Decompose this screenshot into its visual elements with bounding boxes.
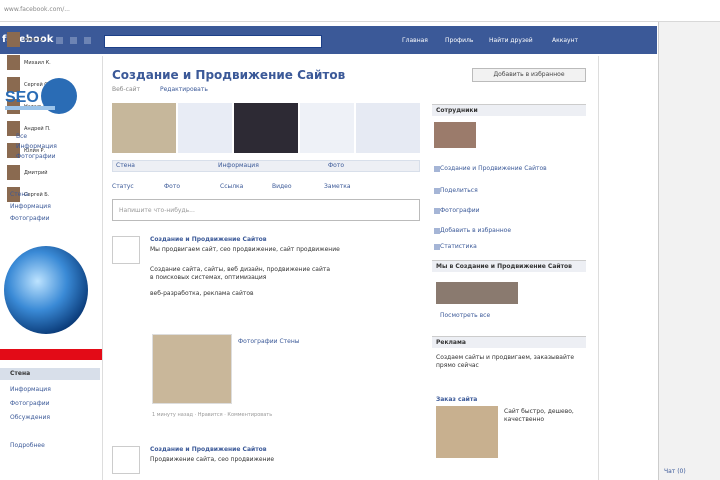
right-link[interactable]: Статистика [440, 243, 477, 250]
edit-link[interactable]: Редактировать [160, 86, 208, 93]
left-link-1[interactable]: Стена [10, 191, 29, 198]
nav-more[interactable]: Подробнее [10, 442, 45, 449]
post-photo[interactable] [152, 334, 232, 404]
photo-thumb[interactable] [434, 122, 476, 148]
post-text: Мы продвигаем сайт, сео продвижение, сай… [150, 246, 340, 253]
red-banner [0, 349, 102, 360]
post-avatar[interactable] [112, 446, 140, 474]
left-link-2[interactable]: Информация [10, 203, 51, 210]
divider [102, 56, 103, 480]
page-subtitle: Веб-сайт [112, 86, 141, 93]
post-meta: 1 минуту назад · Нравится · Комментирова… [152, 412, 273, 418]
photo-thumb[interactable] [178, 103, 232, 153]
info-link-photos[interactable]: Фотографии [16, 153, 56, 160]
section-header: Реклама [432, 336, 586, 348]
ad-title[interactable]: Заказ сайта [436, 396, 477, 403]
notifications-icon[interactable] [84, 37, 91, 44]
photo-thumb[interactable] [356, 103, 420, 153]
tab-photos[interactable]: Фото [328, 162, 344, 169]
photo-thumb[interactable] [300, 103, 354, 153]
nav-photos[interactable]: Фотографии [10, 400, 50, 407]
nav-account[interactable]: Аккаунт [552, 37, 578, 44]
tab-wall[interactable]: Стена [116, 162, 135, 169]
section-header: Сотрудники [432, 104, 586, 116]
share-status[interactable]: Статус [112, 183, 134, 190]
avatar [7, 55, 20, 70]
info-link-info[interactable]: Информация [16, 143, 57, 150]
post: Создание и Продвижение Сайтов Продвижени… [112, 446, 420, 480]
globe-image [4, 246, 88, 334]
ad-text: Сайт быстро, дешево, качественно [504, 408, 574, 423]
right-link[interactable]: Создание и Продвижение Сайтов [440, 165, 547, 172]
page-title: Создание и Продвижение Сайтов [112, 68, 346, 82]
friend-item[interactable]: Андрей П. [7, 120, 51, 137]
friend-item[interactable]: Олег К. [7, 31, 44, 48]
share-video[interactable]: Видео [272, 183, 292, 190]
address-url[interactable]: www.facebook.com/... [4, 6, 70, 13]
section-header: Мы в Создание и Продвижение Сайтов [432, 260, 586, 272]
browser-address-bar[interactable]: www.facebook.com/... [0, 0, 720, 22]
right-link[interactable]: Поделиться [440, 187, 478, 194]
post-avatar[interactable] [112, 236, 140, 264]
section-text: Создаем сайты и продвигаем, заказывайте … [436, 354, 575, 369]
divider [598, 56, 599, 480]
post-text: в поисковых системах, оптимизация [150, 274, 267, 281]
post-text: веб-разработка, реклама сайтов [150, 290, 254, 297]
post-author[interactable]: Создание и Продвижение Сайтов [150, 446, 267, 453]
nav-profile[interactable]: Профиль [445, 37, 473, 44]
messages-icon[interactable] [70, 37, 77, 44]
post-text: Продвижение сайта, сео продвижение [150, 456, 275, 463]
post-author[interactable]: Создание и Продвижение Сайтов [150, 236, 267, 243]
see-all-link[interactable]: Посмотреть все [440, 312, 490, 319]
nav-info[interactable]: Информация [10, 386, 51, 393]
seo-logo[interactable]: SEO [1, 76, 81, 121]
photo-thumb[interactable] [112, 103, 176, 153]
right-link[interactable]: Фотографии [440, 207, 480, 214]
chat-label[interactable]: Чат (0) [664, 468, 686, 475]
svg-text:SEO: SEO [5, 89, 39, 106]
post-text: Создание сайта, сайты, веб дизайн, продв… [150, 266, 331, 273]
post: Создание и Продвижение Сайтов Мы продвиг… [112, 236, 420, 436]
avatar [7, 32, 20, 47]
info-link-all[interactable]: Все [16, 133, 27, 140]
share-bar: Статус Фото Ссылка Видео Заметка [112, 180, 420, 194]
nav-wall[interactable]: Стена [10, 370, 30, 377]
friend-item[interactable]: Дмитрий [7, 164, 48, 181]
photo-thumb[interactable] [436, 282, 518, 304]
nav-discussions[interactable]: Обсуждения [10, 414, 50, 421]
share-link[interactable]: Ссылка [220, 183, 243, 190]
share-note[interactable]: Заметка [324, 183, 351, 190]
left-link-3[interactable]: Фотографии [10, 215, 50, 222]
friend-requests-icon[interactable] [56, 37, 63, 44]
avatar [7, 165, 20, 180]
photo-thumb[interactable] [234, 103, 298, 153]
add-favorite-button[interactable]: Добавить в избранное [472, 68, 586, 82]
tab-info[interactable]: Информация [218, 162, 259, 169]
nav-home[interactable]: Главная [402, 37, 428, 44]
ad-image[interactable] [436, 406, 498, 458]
friend-item[interactable]: Михаил К. [7, 54, 51, 71]
wall-tabs [112, 160, 420, 172]
composer[interactable]: Напишите что-нибудь... [112, 199, 420, 221]
friends-sidebar [658, 22, 720, 480]
share-photo[interactable]: Фото [164, 183, 180, 190]
right-link[interactable]: Добавить в избранное [440, 227, 511, 234]
composer-placeholder: Напишите что-нибудь... [119, 207, 195, 214]
nav-find-friends[interactable]: Найти друзей [489, 37, 533, 44]
search-input[interactable] [104, 35, 322, 48]
